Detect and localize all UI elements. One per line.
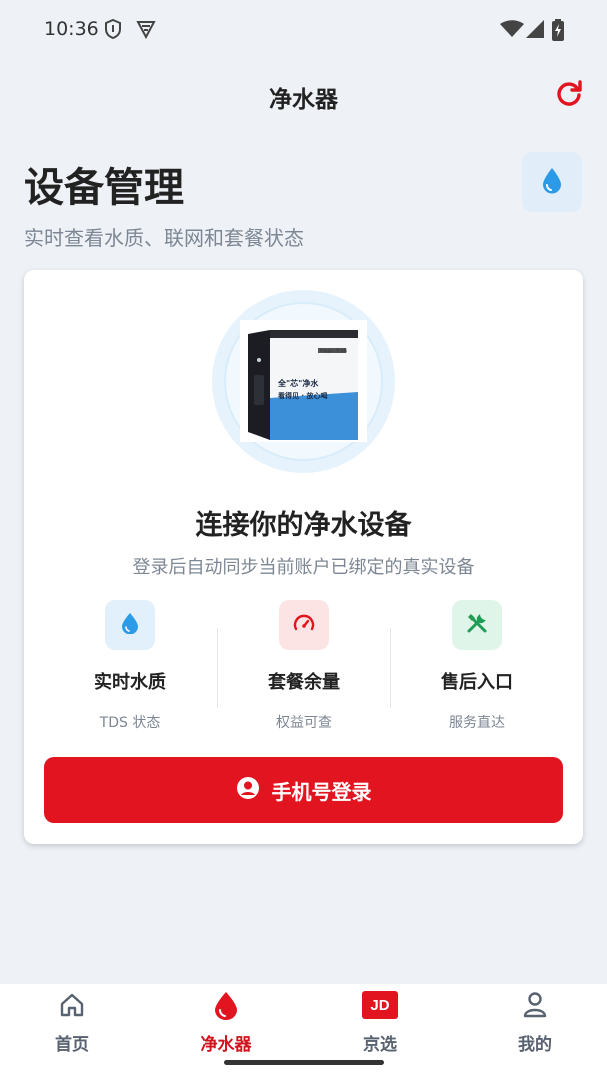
product-brand: Kingpo 净水器 xyxy=(320,347,347,353)
feature-after-sales: 售后入口 服务直达 xyxy=(407,600,547,732)
device-connect-card: 全"芯"净水 看得见 · 放心喝 Kingpo 净水器 连接你的净水设备 登录后… xyxy=(24,270,583,844)
phone-login-button[interactable]: 手机号登录 xyxy=(44,757,563,823)
tools-icon xyxy=(466,612,488,638)
cellular-signal-icon xyxy=(526,20,544,42)
refresh-button[interactable] xyxy=(552,78,586,112)
bottom-nav: 首页 净水器 JD 京选 我的 xyxy=(0,984,607,1080)
nav-item-water-purifier[interactable]: 净水器 xyxy=(176,984,276,1064)
card-title: 连接你的净水设备 xyxy=(195,510,412,541)
page-subtitle: 实时查看水质、联网和套餐状态 xyxy=(24,226,304,250)
jd-badge-icon: JD xyxy=(362,991,398,1019)
person-icon xyxy=(485,988,585,1022)
feature-icon-tile xyxy=(105,600,155,650)
nav-item-me[interactable]: 我的 xyxy=(485,984,585,1064)
nav-label: 我的 xyxy=(518,1035,552,1055)
water-drop-icon xyxy=(176,988,276,1022)
wifi-icon xyxy=(500,20,524,42)
nav-label: 京选 xyxy=(363,1035,397,1055)
battery-charging-icon xyxy=(552,19,564,45)
feature-plan-balance: 套餐余量 权益可查 xyxy=(234,600,374,732)
product-headline-line1: 全"芯"净水 xyxy=(277,378,319,388)
water-purifier-product-image: 全"芯"净水 看得见 · 放心喝 Kingpo 净水器 xyxy=(240,320,367,442)
water-drop-icon xyxy=(541,166,563,198)
card-description: 登录后自动同步当前账户已绑定的真实设备 xyxy=(132,557,475,578)
nav-label: 净水器 xyxy=(200,1035,252,1055)
home-indicator[interactable] xyxy=(224,1060,384,1065)
nav-label: 首页 xyxy=(55,1035,89,1055)
water-drop-icon xyxy=(121,612,139,638)
feature-subtitle: 权益可查 xyxy=(276,715,332,731)
gauge-icon xyxy=(293,614,315,636)
shield-status-icon xyxy=(104,18,122,44)
feature-subtitle: 服务直达 xyxy=(449,715,505,731)
nav-item-home[interactable]: 首页 xyxy=(22,984,122,1064)
product-headline-line2: 看得见 · 放心喝 xyxy=(278,391,328,400)
vpn-status-icon xyxy=(136,18,156,44)
feature-icon-tile xyxy=(279,600,329,650)
login-button-label: 手机号登录 xyxy=(271,779,372,804)
refresh-icon xyxy=(555,79,583,111)
feature-divider xyxy=(217,628,218,708)
feature-divider xyxy=(390,628,391,708)
header-title: 净水器 xyxy=(269,87,338,113)
feature-icon-tile xyxy=(452,600,502,650)
feature-title: 套餐余量 xyxy=(268,672,340,693)
feature-title: 售后入口 xyxy=(441,672,513,693)
page-title: 设备管理 xyxy=(24,165,184,211)
feature-subtitle: TDS 状态 xyxy=(99,715,161,731)
feature-water-quality: 实时水质 TDS 状态 xyxy=(60,600,200,732)
water-drop-tile xyxy=(522,152,582,212)
status-bar: 10:36 xyxy=(0,0,607,60)
home-icon xyxy=(22,988,122,1022)
nav-item-jd-select[interactable]: JD 京选 xyxy=(330,984,430,1064)
status-time: 10:36 xyxy=(44,18,99,40)
feature-title: 实时水质 xyxy=(94,672,166,693)
app-screen: 10:36 净水器 设备管理 实时查看水质、联网和套餐状态 全"芯"净水 看得见… xyxy=(0,0,607,1080)
user-circle-icon xyxy=(236,776,260,804)
